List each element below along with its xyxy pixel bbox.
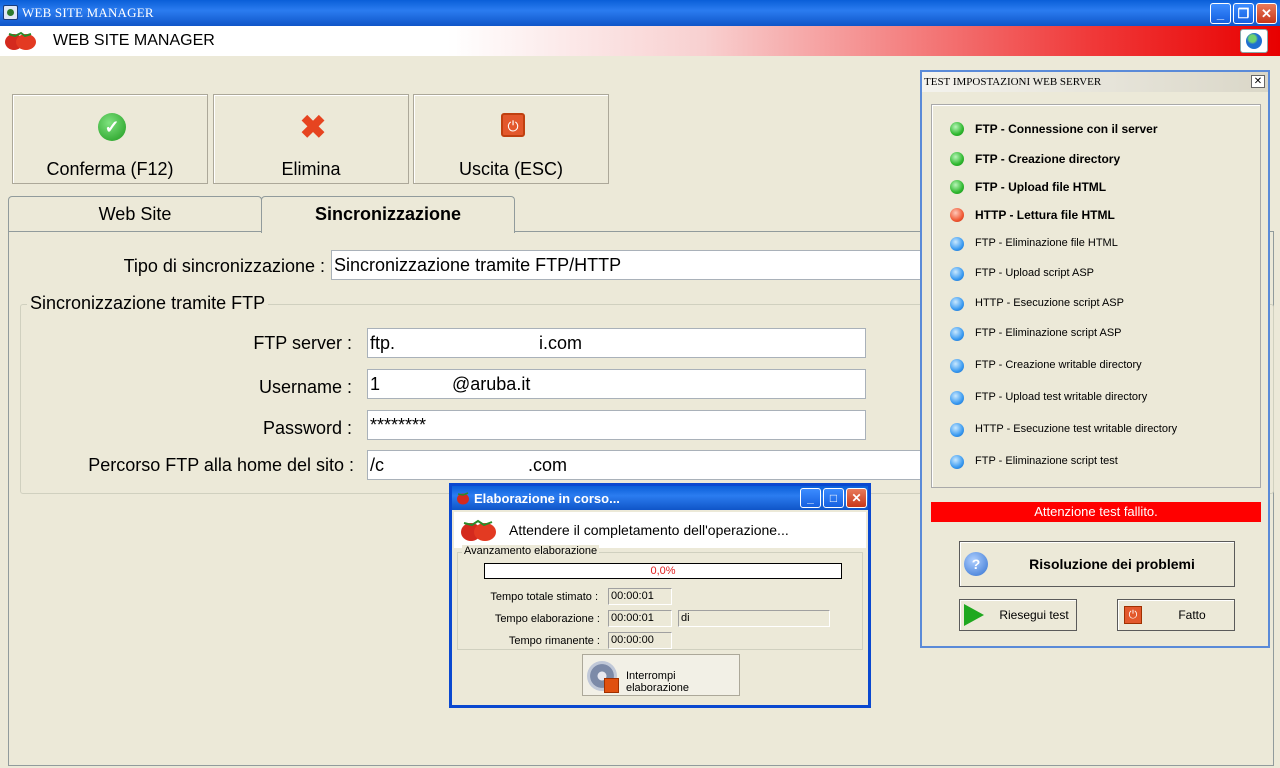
progress-message-area: Attendere il completamento dell'operazio… [454, 512, 866, 548]
test-panel-title: TEST IMPOSTAZIONI WEB SERVER [924, 76, 1102, 88]
gear-icon [587, 661, 619, 693]
test-list: FTP - Connessione con il server FTP - Cr… [931, 104, 1261, 488]
test-item-label: FTP - Upload test writable directory [975, 391, 1148, 403]
confirm-button[interactable]: ✓ Conferma (F12) [12, 94, 208, 184]
close-icon[interactable]: ✕ [1251, 75, 1265, 88]
header-banner: WEB SITE MANAGER [0, 26, 1280, 56]
window-titlebar: WEB SITE MANAGER _ ❐ ✕ [0, 0, 1280, 26]
ftp-group-label: Sincronizzazione tramite FTP [27, 293, 269, 314]
globe-icon[interactable] [1240, 29, 1268, 53]
troubleshoot-button[interactable]: ? Risoluzione dei problemi [959, 541, 1235, 587]
progress-message: Attendere il completamento dell'operazio… [509, 522, 789, 538]
total-time-label: Tempo totale stimato : [490, 591, 598, 603]
status-dot-icon [950, 297, 964, 311]
progress-percent: 0,0% [650, 565, 676, 577]
status-dot-icon [950, 267, 964, 281]
app-icon [3, 5, 18, 20]
status-dot-icon [950, 455, 964, 469]
done-label: Fatto [1178, 608, 1206, 622]
elapsed-time-label: Tempo elaborazione : [494, 613, 600, 625]
test-item-label: FTP - Eliminazione script test [975, 455, 1118, 467]
elapsed-extra-value: di [678, 610, 830, 627]
progress-groupbox: Avanzamento elaborazione 0,0% Tempo tota… [457, 545, 863, 650]
test-failed-banner: Attenzione test fallito. [931, 502, 1261, 522]
close-button[interactable]: ✕ [1256, 3, 1277, 24]
strawberry-icon [461, 519, 496, 541]
tab-sincronizzazione[interactable]: Sincronizzazione [261, 196, 515, 233]
status-dot-icon [950, 122, 964, 136]
exit-button[interactable]: ⏻ Uscita (ESC) [413, 94, 609, 184]
ftp-path-input[interactable]: /c .com [367, 450, 927, 480]
test-item-label: FTP - Eliminazione file HTML [975, 237, 1118, 249]
test-item-label: HTTP - Esecuzione test writable director… [975, 423, 1178, 435]
test-item-label: FTP - Creazione directory [975, 152, 1121, 166]
ftp-path-label: Percorso FTP alla home del sito : [88, 455, 354, 475]
test-panel: TEST IMPOSTAZIONI WEB SERVER ✕ FTP - Con… [920, 70, 1270, 648]
power-icon: ⏻ [1124, 606, 1142, 624]
power-icon: ⏻ [501, 113, 525, 137]
done-button[interactable]: ⏻ Fatto [1117, 599, 1235, 631]
progress-dialog: Elaborazione in corso... _ □ ✕ Attendere… [449, 483, 871, 708]
progress-bar: 0,0% [484, 563, 842, 579]
test-item-label: FTP - Upload file HTML [975, 180, 1107, 194]
test-panel-titlebar: TEST IMPOSTAZIONI WEB SERVER ✕ [922, 72, 1268, 92]
total-time-value: 00:00:01 [608, 588, 672, 605]
play-icon [964, 604, 984, 626]
ftp-server-label: FTP server : [253, 333, 352, 353]
dialog-maximize-button[interactable]: □ [823, 488, 844, 508]
test-item-label: FTP - Upload script ASP [975, 267, 1095, 279]
status-dot-icon [950, 423, 964, 437]
status-dot-icon [950, 359, 964, 373]
exit-label: Uscita (ESC) [458, 159, 563, 179]
status-dot-icon [950, 391, 964, 405]
banner-title: WEB SITE MANAGER [53, 32, 215, 49]
ftp-server-input[interactable]: ftp. i.com [367, 328, 866, 358]
stop-processing-label: Interrompi elaborazione [626, 670, 689, 694]
tab-web-site[interactable]: Web Site [8, 196, 262, 232]
window-title: WEB SITE MANAGER [22, 5, 154, 20]
status-dot-icon [950, 208, 964, 222]
sync-type-select[interactable]: Sincronizzazione tramite FTP/HTTP [331, 250, 931, 280]
restore-button[interactable]: ❐ [1233, 3, 1254, 24]
status-dot-icon [950, 152, 964, 166]
progress-group-label: Avanzamento elaborazione [462, 545, 600, 557]
username-label: Username : [258, 377, 352, 397]
test-item-label: FTP - Connessione con il server [975, 122, 1158, 136]
minimize-button[interactable]: _ [1210, 3, 1231, 24]
username-input[interactable]: 1 @aruba.it [367, 369, 866, 399]
delete-button[interactable]: ✖ Elimina [213, 94, 409, 184]
test-item-label: HTTP - Lettura file HTML [975, 208, 1115, 222]
password-label: Password : [262, 418, 352, 438]
troubleshoot-label: Risoluzione dei problemi [1029, 556, 1195, 572]
confirm-label: Conferma (F12) [46, 159, 174, 179]
retry-test-button[interactable]: Riesegui test [959, 599, 1077, 631]
dialog-close-button[interactable]: ✕ [846, 488, 867, 508]
status-dot-icon [950, 327, 964, 341]
progress-dialog-titlebar: Elaborazione in corso... _ □ ✕ [452, 486, 868, 510]
remaining-time-label: Tempo rimanente : [508, 635, 600, 647]
strawberry-icon [5, 31, 36, 50]
stop-processing-button[interactable]: Interrompi elaborazione [582, 654, 740, 696]
delete-x-icon: ✖ [299, 109, 327, 145]
dialog-minimize-button[interactable]: _ [800, 488, 821, 508]
sync-type-label: Tipo di sincronizzazione : [123, 256, 325, 276]
elapsed-time-value: 00:00:01 [608, 610, 672, 627]
test-item-label: FTP - Eliminazione script ASP [975, 327, 1122, 339]
checkmark-icon: ✓ [98, 113, 126, 141]
remaining-time-value: 00:00:00 [608, 632, 672, 649]
password-input[interactable]: ******** [367, 410, 866, 440]
retry-test-label: Riesegui test [999, 608, 1069, 622]
strawberry-icon [457, 492, 469, 505]
test-item-label: FTP - Creazione writable directory [975, 359, 1142, 371]
status-dot-icon [950, 180, 964, 194]
test-item-label: HTTP - Esecuzione script ASP [975, 297, 1124, 309]
status-dot-icon [950, 237, 964, 251]
delete-label: Elimina [281, 159, 341, 179]
progress-dialog-title: Elaborazione in corso... [474, 491, 620, 506]
